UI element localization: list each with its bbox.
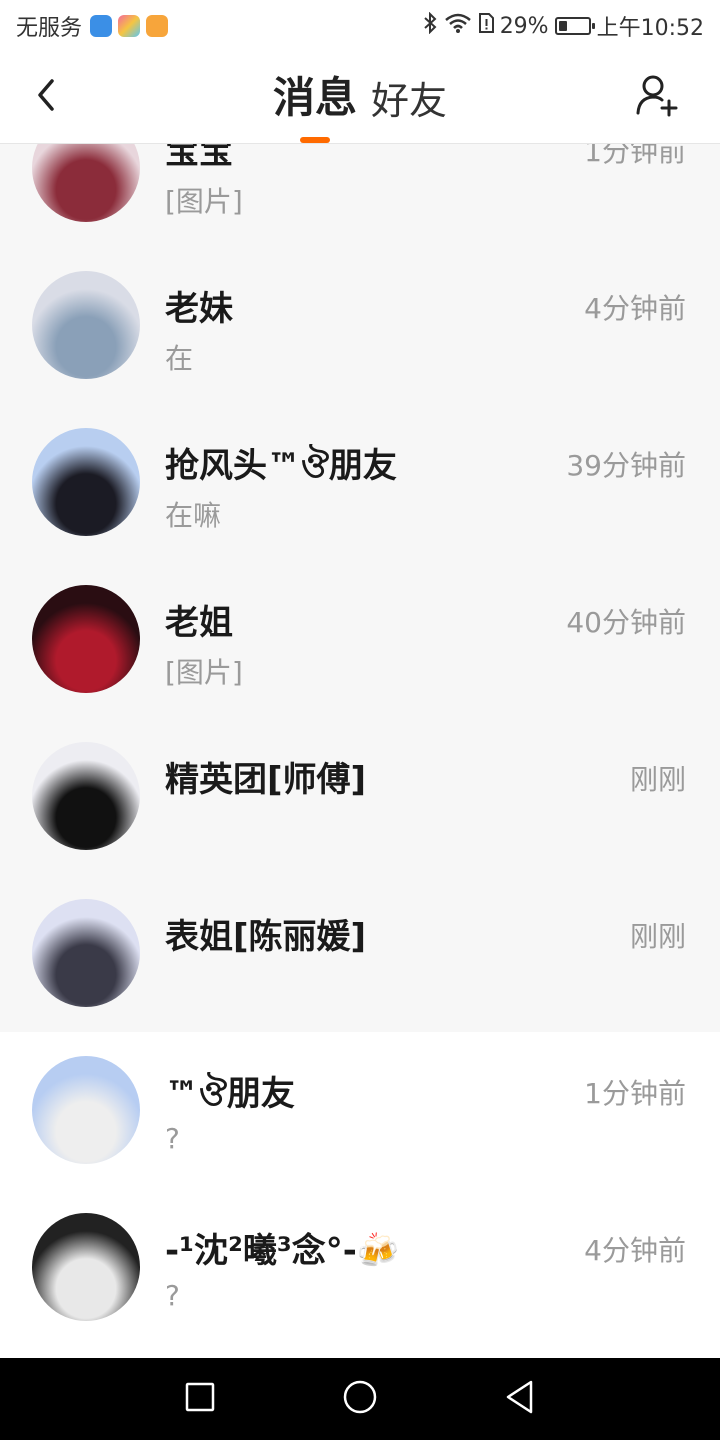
conversation-name: 老妹 [165, 289, 233, 329]
avatar [32, 742, 140, 850]
conversation-name: -¹沈²曦³念°-🍻 [165, 1231, 400, 1271]
header: 消息 好友 [0, 52, 720, 144]
home-button[interactable] [337, 1376, 383, 1422]
conversation-list[interactable]: 宝宝 [图片] 1分钟前 老妹 在 4分钟前 抢风头™ঔ朋友 在嘛 39分钟前 … [0, 144, 720, 1358]
active-tab-indicator [299, 137, 330, 143]
tab-friends-label: 好友 [371, 79, 448, 123]
conversation-time: 1分钟前 [584, 144, 686, 168]
recent-apps-button[interactable] [177, 1376, 223, 1422]
conversation-row[interactable]: 精英团[师傅] 刚刚 [0, 718, 720, 875]
avatar [32, 1056, 140, 1164]
conversation-row[interactable]: -¹沈²曦³念°-🍻 ? 4分钟前 [0, 1189, 720, 1346]
sim-alert-icon [478, 12, 494, 40]
avatar [32, 899, 140, 1007]
conversation-row[interactable]: 老姐 [图片] 40分钟前 [0, 561, 720, 718]
conversation-name: 表姐[陈丽媛] [165, 917, 367, 957]
nav-back-button[interactable] [497, 1376, 543, 1422]
add-user-icon [635, 73, 679, 121]
status-bar: 无服务 29% 上午10:52 [0, 0, 720, 52]
conversation-time: 39分钟前 [566, 449, 686, 482]
conversation-preview: 在嘛 [165, 499, 222, 532]
battery-level [558, 21, 567, 31]
conversation-name: 抢风头™ঔ朋友 [165, 446, 397, 486]
avatar [32, 271, 140, 379]
conversation-preview: ? [165, 1122, 180, 1155]
back-icon [504, 1379, 536, 1419]
conversation-time: 4分钟前 [584, 292, 686, 325]
conversation-time: 1分钟前 [584, 1077, 686, 1110]
battery-icon [554, 17, 595, 35]
carrier-label: 无服务 [16, 16, 83, 41]
conversation-row[interactable]: 表姐[陈丽媛] 刚刚 [0, 875, 720, 1032]
tab-messages[interactable]: 消息 [273, 77, 357, 143]
tab-friends[interactable]: 好友 [371, 82, 447, 120]
avatar [32, 1213, 140, 1321]
conversation-name: 精英团[师傅] [165, 760, 367, 800]
wifi-icon [444, 12, 472, 40]
status-bar-right: 29% 上午10:52 [422, 10, 704, 42]
home-icon [342, 1379, 378, 1419]
conversation-preview: ? [165, 1279, 180, 1312]
conversation-preview: [图片] [165, 656, 243, 689]
tab-messages-label: 消息 [272, 73, 357, 122]
conversation-time: 刚刚 [629, 920, 686, 953]
conversation-time: 4分钟前 [584, 1234, 686, 1267]
conversation-time: 刚刚 [629, 763, 686, 796]
add-friend-button[interactable] [632, 72, 682, 122]
avatar [32, 585, 140, 693]
avatar [32, 144, 140, 222]
conversation-name: 老姐 [165, 603, 233, 643]
conversation-name: 宝宝 [165, 144, 233, 172]
conversation-time: 40分钟前 [566, 606, 686, 639]
recent-apps-icon [184, 1381, 216, 1417]
play-app-icon [146, 15, 169, 37]
header-tabs: 消息 好友 [0, 52, 720, 144]
clock: 上午10:52 [596, 16, 704, 41]
conversation-row[interactable]: 老妹 在 4分钟前 [0, 247, 720, 404]
bluetooth-icon [422, 11, 438, 40]
conversation-list-content: 宝宝 [图片] 1分钟前 老妹 在 4分钟前 抢风头™ঔ朋友 在嘛 39分钟前 … [0, 144, 720, 1346]
conversation-name: ™ঔ朋友 [165, 1074, 295, 1114]
conversation-row[interactable]: 宝宝 [图片] 1分钟前 [0, 144, 720, 247]
system-nav-bar [0, 1358, 720, 1440]
app-icon [118, 15, 141, 37]
avatar [32, 428, 140, 536]
shield-app-icon [90, 15, 113, 37]
conversation-preview: 在 [165, 342, 194, 375]
conversation-row[interactable]: 抢风头™ঔ朋友 在嘛 39分钟前 [0, 404, 720, 561]
battery-percent: 29% [499, 13, 549, 39]
status-bar-left: 无服务 [16, 10, 169, 42]
conversation-row[interactable]: ™ঔ朋友 ? 1分钟前 [0, 1032, 720, 1189]
conversation-preview: [图片] [165, 185, 243, 218]
